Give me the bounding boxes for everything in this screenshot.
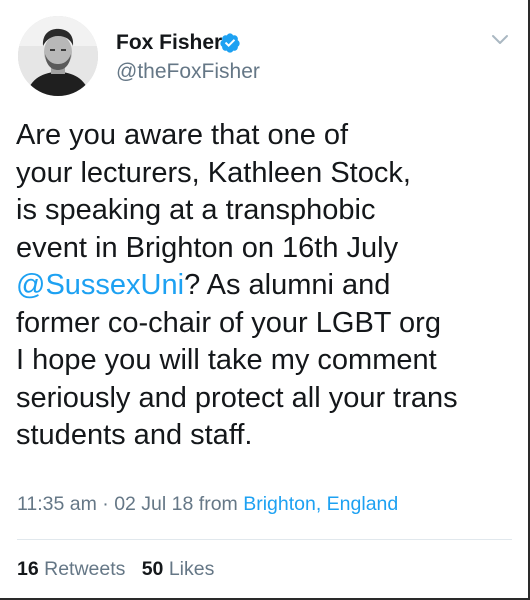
tweet-card: Fox Fisher @theFoxFisher Are you aware t…	[0, 0, 530, 600]
tweet-line-text: ? As alumni and	[184, 269, 391, 301]
tweet-line: Are you aware that one of	[16, 119, 349, 151]
from-label: from	[198, 493, 238, 515]
likes-label: Likes	[168, 558, 215, 580]
tweet-line: your lecturers, Kathleen Stock,	[16, 156, 411, 189]
avatar-photo	[18, 16, 98, 96]
avatar[interactable]	[18, 16, 98, 96]
tweet-stats: 16 Retweets 50 Likes	[17, 557, 214, 581]
retweets-stat[interactable]: 16 Retweets	[17, 558, 125, 580]
timestamp-time[interactable]: 11:35 am	[17, 493, 97, 515]
handle[interactable]: @theFoxFisher	[116, 59, 260, 85]
mention-link[interactable]: @SussexUni	[16, 269, 184, 301]
meta-separator: ·	[102, 493, 109, 515]
tweet-line: seriously and protect all your trans	[16, 381, 458, 414]
tweet-line: students and staff.	[16, 419, 253, 451]
chevron-down-icon[interactable]	[489, 28, 511, 50]
tweet-line: event in Brighton on 16th July	[16, 231, 399, 264]
tweet-metadata: 11:35 am · 02 Jul 18 from Brighton, Engl…	[17, 492, 398, 516]
retweets-label: Retweets	[44, 558, 126, 580]
location-link[interactable]: Brighton, England	[243, 493, 398, 515]
verified-badge-icon	[220, 33, 240, 53]
likes-count: 50	[141, 558, 164, 580]
timestamp-date[interactable]: 02 Jul 18	[114, 493, 193, 515]
divider	[17, 539, 512, 540]
tweet-line: former co-chair of your LGBT org	[16, 306, 441, 339]
tweet-text: Are you aware that one of your lecturers…	[16, 117, 516, 455]
tweet-line: is speaking at a transphobic	[16, 194, 376, 226]
tweet-line: @SussexUni? As alumni and	[16, 267, 516, 305]
tweet-line: I hope you will take my comment	[16, 344, 437, 376]
display-name[interactable]: Fox Fisher	[116, 30, 222, 56]
retweets-count: 16	[17, 558, 39, 580]
likes-stat[interactable]: 50 Likes	[142, 558, 215, 580]
